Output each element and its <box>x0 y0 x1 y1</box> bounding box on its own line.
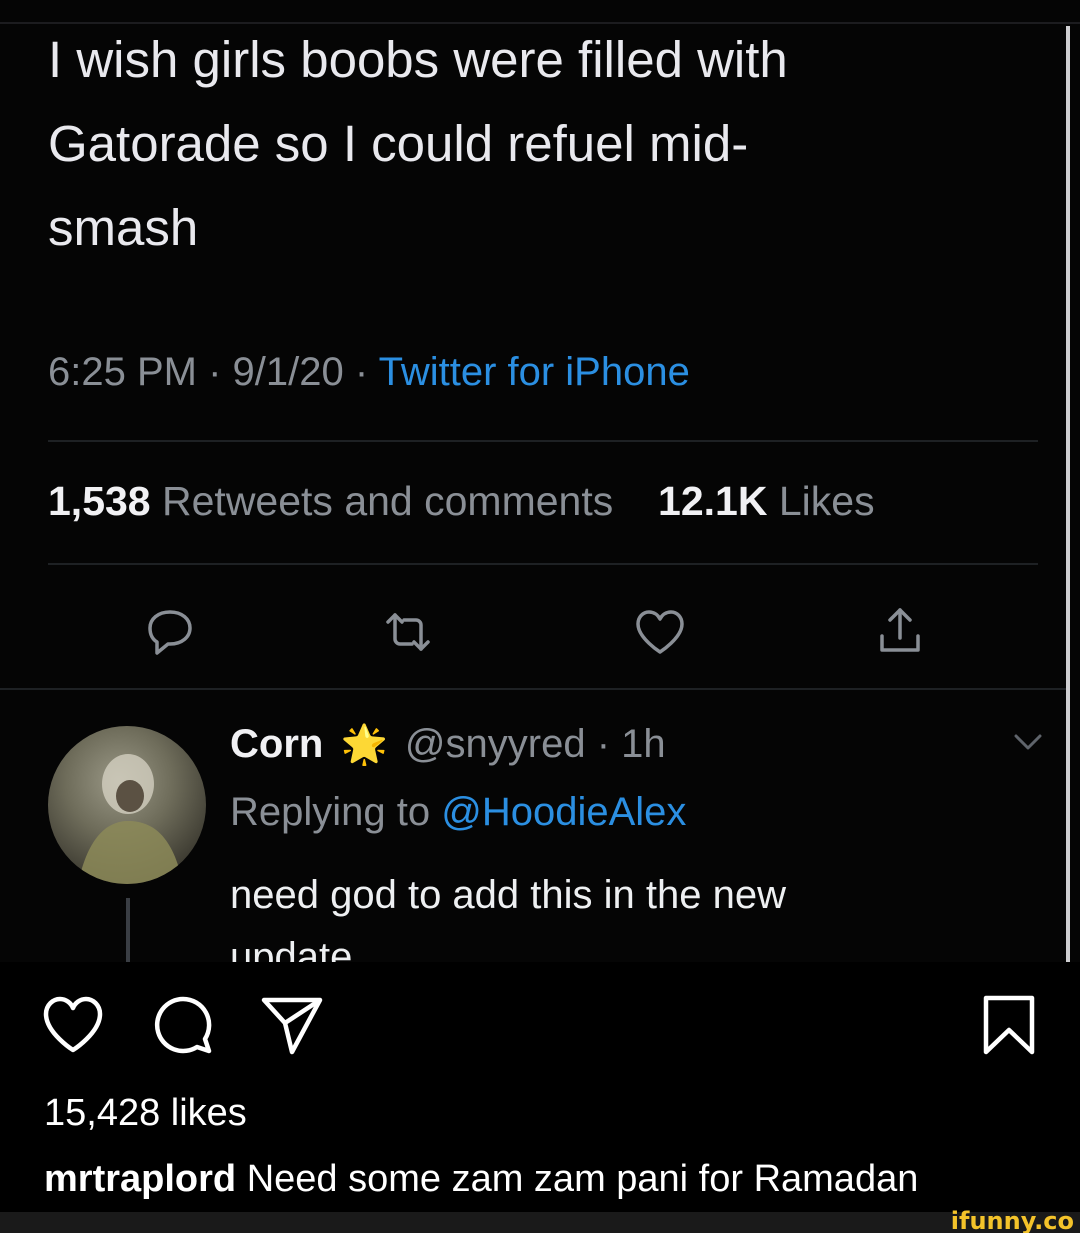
retweets-label[interactable]: Retweets and comments <box>162 478 613 524</box>
divider <box>48 563 1038 565</box>
meta-separator: · <box>354 350 379 394</box>
instagram-post: I wish girls boobs were filled with Gato… <box>0 0 1080 1233</box>
tweet-stats: 1,538 Retweets and comments 12.1K Likes <box>48 478 875 525</box>
tweet-date: 9/1/20 <box>232 350 344 394</box>
caption: mrtraplord Need some zam zam pani for Ra… <box>44 1158 918 1201</box>
reply-text-line: need god to add this in the new <box>230 873 786 917</box>
divider <box>0 688 1066 690</box>
reply-author-name[interactable]: Corn <box>230 722 323 766</box>
avatar[interactable] <box>48 726 206 884</box>
reply-text-line: update <box>230 935 353 962</box>
bookmark-icon[interactable] <box>974 990 1044 1060</box>
replying-mention-link[interactable]: @HoodieAlex <box>441 790 686 834</box>
retweets-count[interactable]: 1,538 <box>48 478 151 524</box>
chevron-down-icon[interactable] <box>1010 730 1046 754</box>
replying-prefix: Replying to <box>230 790 431 834</box>
tweet-actions <box>0 600 1080 664</box>
likes-count[interactable]: 12.1K <box>658 478 767 524</box>
like-icon[interactable] <box>628 600 692 664</box>
reply-icon[interactable] <box>138 600 202 664</box>
tweet-text: I wish girls boobs were filled with Gato… <box>48 18 1008 270</box>
tweet-screenshot: I wish girls boobs were filled with Gato… <box>0 0 1080 962</box>
tweet-text-line: Gatorade so I could refuel mid- <box>48 115 749 172</box>
screenshot-edge <box>1066 26 1070 962</box>
replying-to: Replying to @HoodieAlex <box>230 790 686 835</box>
reply-text: need god to add this in the new update <box>230 864 990 962</box>
reply-time: 1h <box>621 722 666 766</box>
send-icon[interactable] <box>256 990 326 1060</box>
meta-separator: · <box>596 722 622 766</box>
bottom-bar <box>0 1212 1080 1233</box>
heart-icon[interactable] <box>38 990 108 1060</box>
divider <box>48 440 1038 442</box>
caption-username[interactable]: mrtraplord <box>44 1158 236 1200</box>
reply-header: Corn 🌟 @snyyred · 1h <box>230 722 666 767</box>
retweet-icon[interactable] <box>376 600 440 664</box>
meta-separator: · <box>208 350 233 394</box>
tweet-text-line: smash <box>48 199 199 256</box>
tweet-time: 6:25 PM <box>48 350 197 394</box>
tweet-text-line: I wish girls boobs were filled with <box>48 31 788 88</box>
share-icon[interactable] <box>868 600 932 664</box>
star-badge-icon: 🌟 <box>340 724 388 766</box>
caption-text: Need some zam zam pani for Ramadan <box>246 1158 919 1200</box>
thread-line <box>126 898 130 962</box>
likes-count[interactable]: 15,428 likes <box>44 1092 247 1135</box>
tweet-source-link[interactable]: Twitter for iPhone <box>379 350 690 394</box>
reply-author-handle[interactable]: @snyyred <box>405 722 586 766</box>
ifunny-watermark: ifunny.co <box>950 1207 1074 1233</box>
tweet-meta: 6:25 PM · 9/1/20 · Twitter for iPhone <box>48 350 690 395</box>
comment-icon[interactable] <box>148 990 218 1060</box>
likes-label[interactable]: Likes <box>779 478 875 524</box>
instagram-action-bar <box>0 990 1080 1060</box>
